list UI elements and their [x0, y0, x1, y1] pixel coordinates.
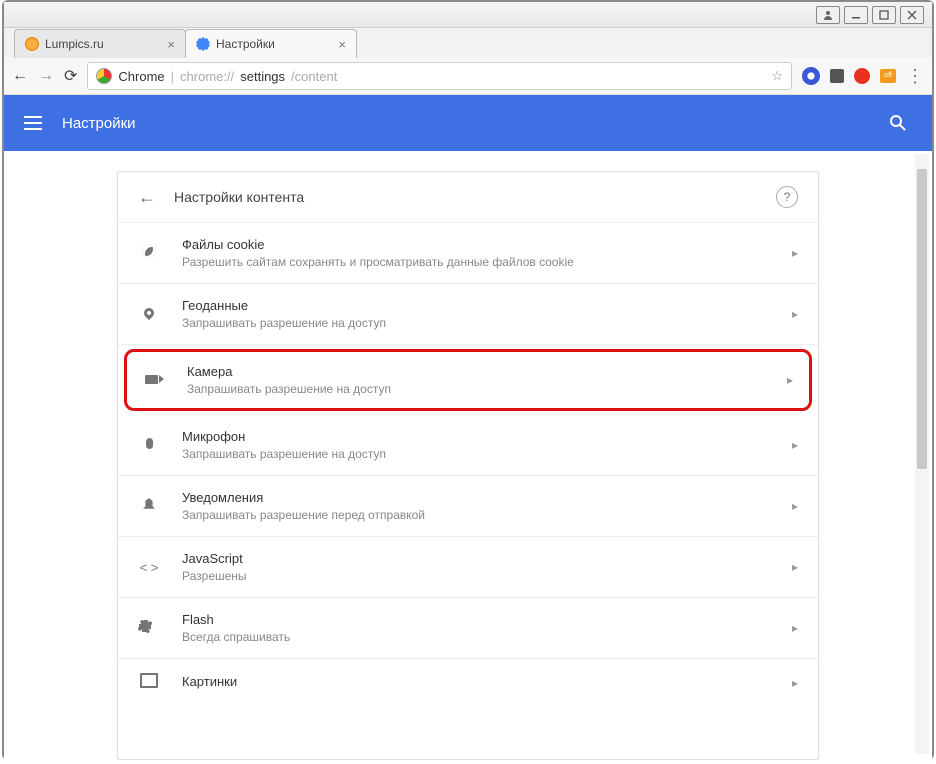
tab-strip: Lumpics.ru × Настройки ×: [4, 28, 932, 58]
content-settings-panel: ← Настройки контента ? Файлы cookie Разр…: [117, 171, 819, 760]
globe-icon[interactable]: [802, 67, 820, 85]
chevron-right-icon: ▸: [792, 560, 798, 574]
forward-button[interactable]: →: [38, 67, 54, 85]
close-button[interactable]: [900, 6, 924, 24]
row-title: Уведомления: [182, 490, 782, 505]
chevron-right-icon: ▸: [792, 676, 798, 689]
maximize-button[interactable]: [872, 6, 896, 24]
close-icon[interactable]: ×: [167, 37, 175, 52]
user-button[interactable]: [816, 6, 840, 24]
page-title: Настройки: [62, 115, 136, 132]
code-icon: < >: [138, 560, 160, 575]
row-microphone[interactable]: Микрофон Запрашивать разрешение на досту…: [118, 415, 818, 476]
row-subtitle: Запрашивать разрешение на доступ: [187, 382, 777, 396]
row-title: JavaScript: [182, 551, 782, 566]
row-notifications[interactable]: Уведомления Запрашивать разрешение перед…: [118, 476, 818, 537]
help-icon[interactable]: ?: [776, 186, 798, 208]
menu-button[interactable]: [24, 116, 42, 130]
row-subtitle: Всегда спрашивать: [182, 630, 782, 644]
row-location[interactable]: Геоданные Запрашивать разрешение на дост…: [118, 284, 818, 345]
minimize-button[interactable]: [844, 6, 868, 24]
browser-toolbar: ← → ⟳ Chrome | chrome:// settings/content…: [4, 58, 932, 95]
chevron-right-icon: ▸: [792, 246, 798, 260]
ext-icon-2[interactable]: off: [880, 69, 896, 83]
chevron-right-icon: ▸: [787, 373, 793, 387]
chevron-right-icon: ▸: [792, 621, 798, 635]
chevron-right-icon: ▸: [792, 499, 798, 513]
search-icon[interactable]: [889, 114, 907, 132]
tab-label: Настройки: [216, 37, 275, 51]
menu-icon[interactable]: ⋮: [906, 66, 924, 87]
row-title: Геоданные: [182, 298, 782, 313]
tab-lumpics[interactable]: Lumpics.ru ×: [14, 29, 186, 58]
row-subtitle: Запрашивать разрешение перед отправкой: [182, 508, 782, 522]
reload-button[interactable]: ⟳: [64, 66, 77, 86]
row-camera[interactable]: Камера Запрашивать разрешение на доступ …: [127, 352, 809, 408]
row-flash[interactable]: Flash Всегда спрашивать ▸: [118, 598, 818, 659]
tab-settings[interactable]: Настройки ×: [185, 29, 357, 58]
window-frame: Lumpics.ru × Настройки × ← → ⟳ Chrome | …: [2, 0, 934, 760]
panel-header: ← Настройки контента ?: [118, 172, 818, 223]
back-button[interactable]: ←: [12, 67, 28, 85]
row-subtitle: Запрашивать разрешение на доступ: [182, 447, 782, 461]
cookie-icon: [138, 244, 160, 263]
scrollbar-thumb[interactable]: [917, 169, 927, 469]
url-path: /content: [291, 69, 337, 84]
row-title: Микрофон: [182, 429, 782, 444]
os-titlebar: [4, 2, 932, 28]
row-subtitle: Разрешить сайтам сохранять и просматрива…: [182, 255, 782, 269]
puzzle-icon: [138, 620, 160, 636]
url-host: settings: [240, 69, 285, 84]
chrome-label: Chrome: [118, 69, 164, 84]
mic-icon: [138, 436, 160, 454]
row-subtitle: Запрашивать разрешение на доступ: [182, 316, 782, 330]
tab-favicon-lumpics: [25, 37, 39, 51]
content-area: ← Настройки контента ? Файлы cookie Разр…: [4, 151, 932, 760]
row-cookies[interactable]: Файлы cookie Разрешить сайтам сохранять …: [118, 223, 818, 284]
url-scheme: chrome://: [180, 69, 234, 84]
chrome-icon: [96, 68, 112, 84]
row-title: Файлы cookie: [182, 237, 782, 252]
row-title: Картинки: [182, 674, 782, 689]
ext-icon-1[interactable]: [830, 69, 844, 83]
bell-icon: [138, 497, 160, 515]
highlighted-row: Камера Запрашивать разрешение на доступ …: [124, 349, 812, 411]
gear-icon: [196, 37, 210, 51]
star-icon[interactable]: ☆: [771, 68, 783, 84]
scrollbar[interactable]: [915, 154, 929, 754]
address-bar[interactable]: Chrome | chrome:// settings/content ☆: [87, 62, 792, 90]
row-title: Flash: [182, 612, 782, 627]
chevron-right-icon: ▸: [792, 307, 798, 321]
extension-icons: off ⋮: [802, 66, 924, 87]
row-javascript[interactable]: < > JavaScript Разрешены ▸: [118, 537, 818, 598]
image-icon: [138, 673, 160, 689]
separator: |: [171, 69, 174, 84]
back-arrow-icon[interactable]: ←: [138, 187, 156, 208]
close-icon[interactable]: ×: [338, 37, 346, 52]
row-images[interactable]: Картинки ▸: [118, 659, 818, 689]
location-icon: [138, 305, 160, 323]
chevron-right-icon: ▸: [792, 438, 798, 452]
camera-icon: [143, 371, 165, 389]
tab-label: Lumpics.ru: [45, 37, 104, 51]
opera-icon[interactable]: [854, 68, 870, 84]
panel-title: Настройки контента: [174, 189, 304, 205]
settings-header: Настройки: [4, 95, 932, 151]
row-subtitle: Разрешены: [182, 569, 782, 583]
row-title: Камера: [187, 364, 777, 379]
